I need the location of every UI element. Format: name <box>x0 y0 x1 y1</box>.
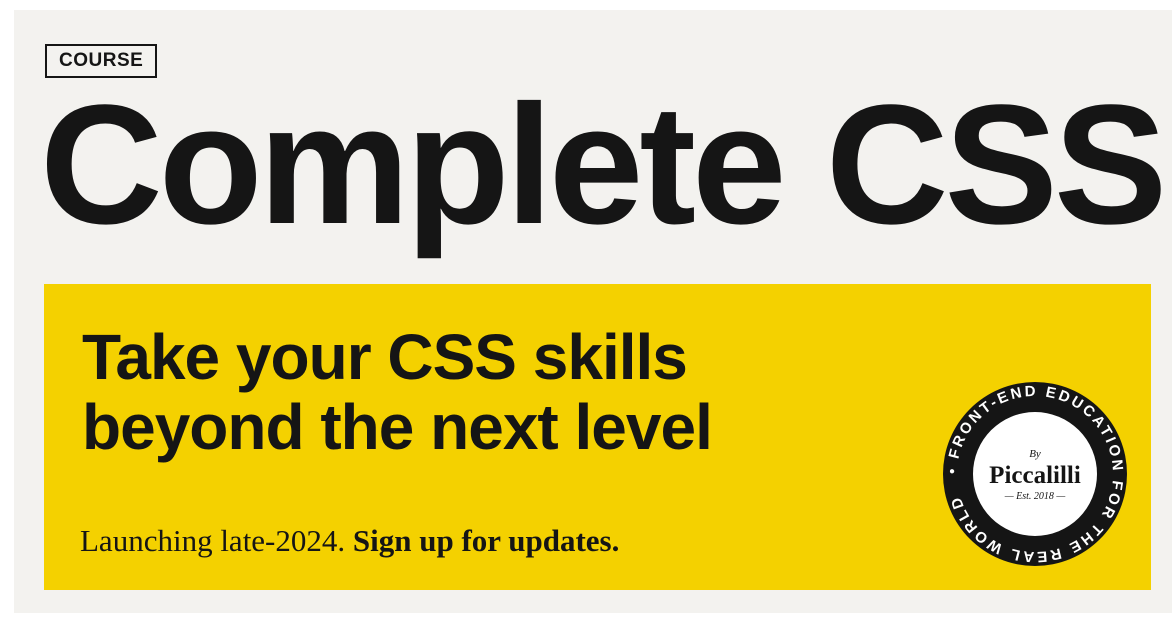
page-title: Complete CSS <box>40 70 1167 260</box>
launch-text: Launching late-2024. <box>80 523 346 558</box>
promo-banner: Take your CSS skills beyond the next lev… <box>44 284 1151 590</box>
logo-wordmark: Piccalilli <box>989 462 1081 489</box>
signup-link[interactable]: Sign up for updates. <box>353 523 619 558</box>
promo-headline-line-1: Take your CSS skills <box>82 321 688 393</box>
logo-est-text: — Est. 2018 — <box>1004 491 1066 502</box>
promo-headline-line-2: beyond the next level <box>82 391 713 463</box>
logo-by-text: By <box>1029 448 1041 460</box>
piccalilli-logo[interactable]: • FRONT-END EDUCATION FOR THE REAL WORLD… <box>941 380 1129 568</box>
launch-line: Launching late-2024. Sign up for updates… <box>80 521 619 561</box>
promo-headline: Take your CSS skills beyond the next lev… <box>82 322 902 462</box>
